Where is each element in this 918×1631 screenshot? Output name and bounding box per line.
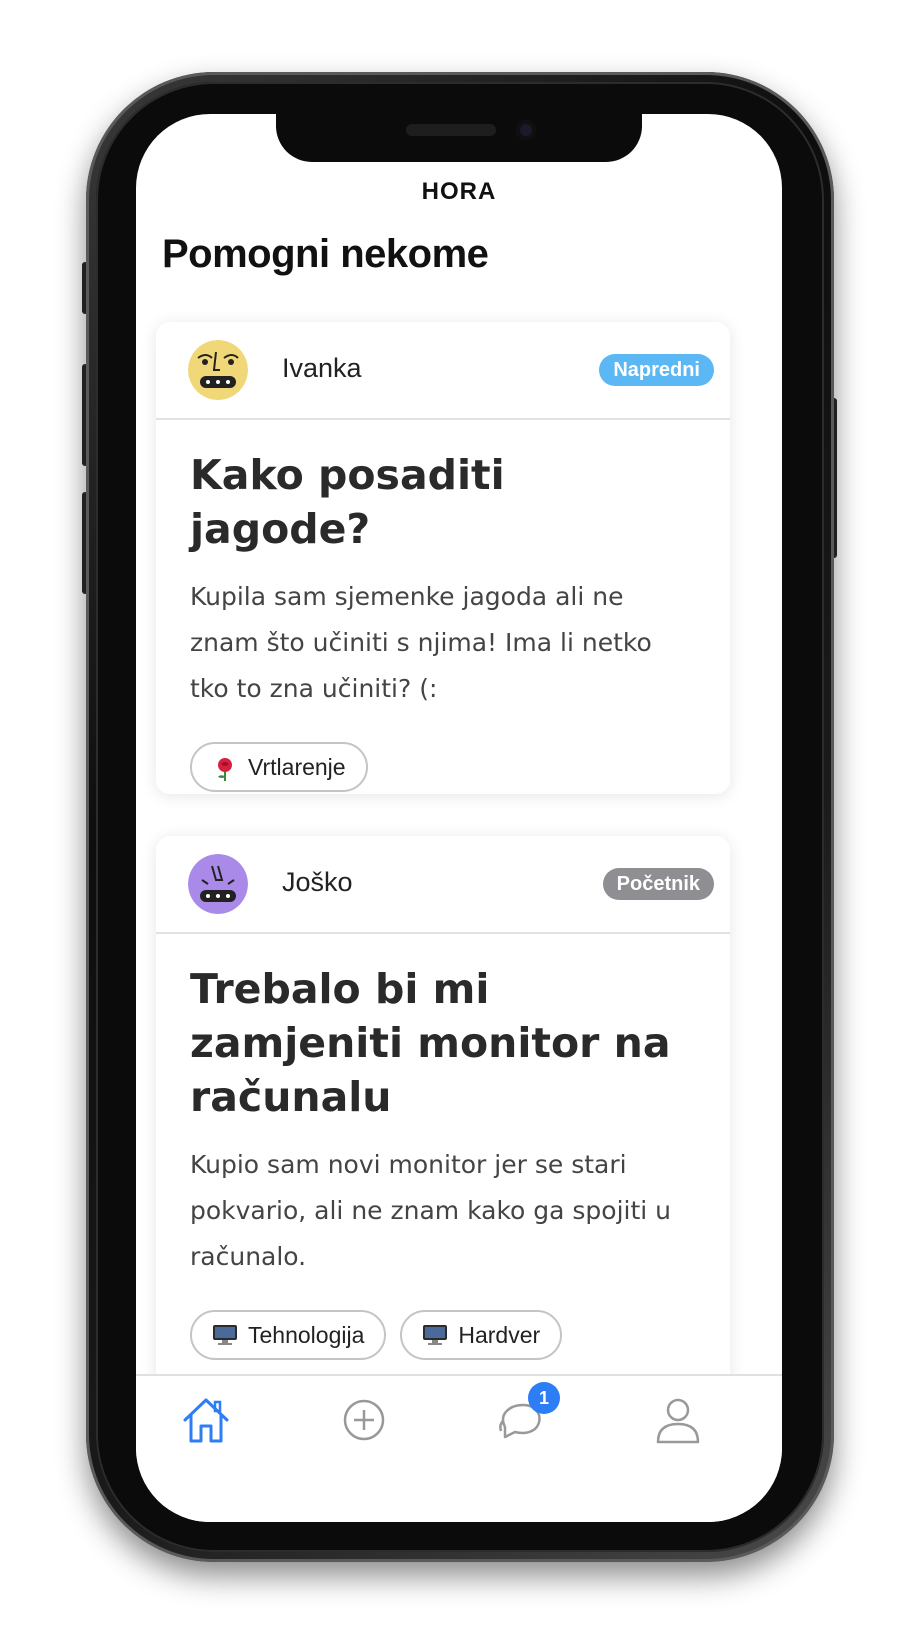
tab-new-question[interactable] [334,1390,394,1450]
tag-list: Vrtlarenje [190,742,696,792]
front-camera [516,120,536,140]
tab-profile[interactable] [648,1390,708,1450]
messages-badge: 1 [528,1382,560,1414]
tab-bar: 1 [136,1374,782,1522]
question-text: Kupio sam novi monitor jer se stari pokv… [190,1150,672,1271]
computer-icon [422,1324,448,1346]
feed: Ivanka Napredni Kako posaditi jagode? Ku… [136,114,782,1522]
tab-messages[interactable]: 1 [492,1382,560,1450]
question-text: Kupila sam sjemenke jagoda ali ne znam š… [190,582,652,703]
question-title[interactable]: Kako posaditi jagode? [190,448,696,556]
avatar[interactable] [188,340,248,400]
post-body: Kako posaditi jagode? Kupila sam sjemenk… [156,420,730,792]
tab-home[interactable] [176,1390,236,1450]
tag-chip[interactable]: Tehnologija [190,1310,387,1360]
home-icon [183,1398,229,1443]
post-header: Joško Početnik [156,836,730,934]
computer-icon [212,1324,238,1346]
question-title[interactable]: Trebalo bi mi zamjeniti monitor na račun… [190,962,696,1124]
post-header: Ivanka Napredni [156,322,730,420]
page-title: Pomogni nekome [162,232,489,276]
username[interactable]: Joško [282,867,353,898]
level-badge: Napredni [599,354,714,386]
level-badge: Početnik [602,868,714,900]
username[interactable]: Ivanka [282,353,362,384]
add-icon [343,1399,385,1441]
tag-list: Tehnologija Hardver [190,1310,696,1360]
post-card[interactable]: Ivanka Napredni Kako posaditi jagode? Ku… [156,322,730,794]
post-body: Trebalo bi mi zamjeniti monitor na račun… [156,934,730,1360]
tag-label: Tehnologija [248,1321,365,1348]
tag-chip[interactable]: Hardver [400,1310,563,1360]
rose-icon [212,756,238,781]
avatar[interactable] [188,854,248,914]
app-title: HORA [421,178,497,205]
tag-label: Hardver [458,1321,541,1348]
profile-icon [656,1398,700,1444]
tag-label: Vrtlarenje [248,753,346,780]
app-screen: Ivanka Napredni Kako posaditi jagode? Ku… [136,114,782,1522]
tag-chip[interactable]: Vrtlarenje [190,742,368,792]
notch [276,114,642,162]
speaker [406,124,496,136]
